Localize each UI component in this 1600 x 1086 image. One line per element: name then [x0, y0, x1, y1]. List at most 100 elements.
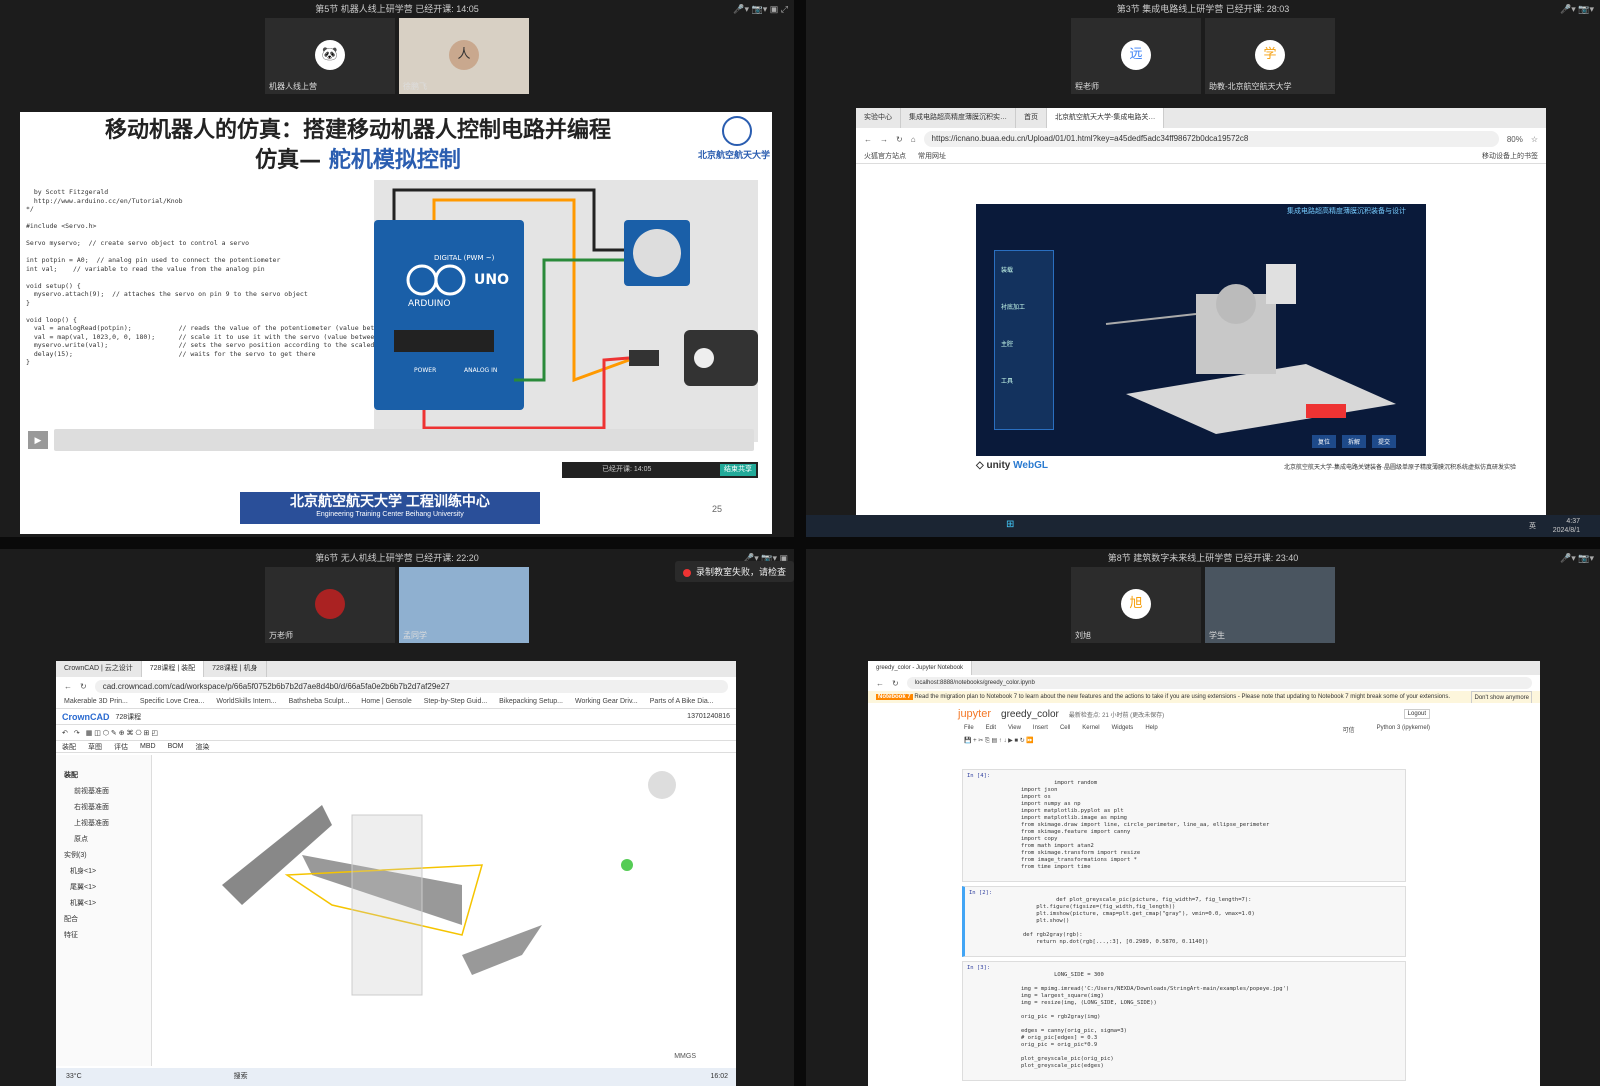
cad-viewport[interactable]: MMGS: [152, 755, 726, 1066]
participant-tile[interactable]: 旭 刘旭: [1071, 567, 1201, 643]
menu-bom[interactable]: BOM: [168, 743, 184, 750]
windows-start-icon[interactable]: ⊞: [1006, 519, 1014, 530]
tab-home[interactable]: 首页: [1016, 108, 1047, 128]
bookmark-item[interactable]: Bikepacking Setup...: [499, 695, 563, 708]
code-cell-selected[interactable]: In [2]: def plot_greyscale_pic(picture, f…: [962, 886, 1406, 957]
participant-tile[interactable]: 万老师: [265, 567, 395, 643]
avatar: 远: [1121, 40, 1151, 70]
tab-lab-center[interactable]: 实验中心: [856, 108, 901, 128]
tab-assembly[interactable]: 728课程 | 装配: [141, 661, 205, 677]
kernel-indicator[interactable]: Python 3 (ipykernel): [1377, 725, 1430, 737]
tree-item[interactable]: 前视基准面: [56, 783, 151, 799]
bookmark-item[interactable]: 常用网址: [918, 150, 946, 163]
tree-item[interactable]: 上视基准面: [56, 815, 151, 831]
home-icon[interactable]: ⌂: [911, 135, 916, 144]
window-controls[interactable]: 🎤▾ 📷▾: [1560, 0, 1594, 18]
features-header[interactable]: 特征: [56, 927, 151, 943]
reload-icon[interactable]: ↻: [892, 679, 899, 688]
zoom-level[interactable]: 80%: [1507, 135, 1523, 144]
bookmark-item[interactable]: Specific Love Crea...: [140, 695, 205, 708]
menu-evaluate[interactable]: 评估: [114, 742, 128, 752]
dismiss-notice-button[interactable]: Don't show anymore: [1471, 691, 1532, 703]
unity-webgl-canvas[interactable]: 集成电路超高精度薄膜沉积装备与设计 装载 衬底加工 主腔 工具 复位 拆解 提交: [976, 204, 1426, 456]
taskbar-search[interactable]: 搜索: [234, 1073, 248, 1080]
notebook-toolbar[interactable]: 💾 + ✂ ⎘ ▤ ↑ ↓ ▶ ■ ↻ ⏩: [868, 737, 1540, 751]
menu-insert[interactable]: Insert: [1033, 725, 1048, 737]
bookmark-item[interactable]: Bathsheba Sculpt...: [289, 695, 350, 708]
bookmark-item[interactable]: Step-by-Step Guid...: [424, 695, 487, 708]
jupyter-logo: jupyter: [958, 708, 992, 720]
tree-item[interactable]: 原点: [56, 831, 151, 847]
participant-tile[interactable]: 人 徐鹏飞: [399, 18, 529, 94]
menu-kernel[interactable]: Kernel: [1082, 725, 1099, 737]
undo-icon[interactable]: ↶: [62, 729, 68, 737]
notebook-name[interactable]: greedy_color: [1001, 709, 1059, 720]
participant-tile[interactable]: 学生: [1205, 567, 1335, 643]
tab-crowncad[interactable]: CrownCAD | 云之设计: [56, 661, 142, 677]
tab-deposition[interactable]: 集成电路超高精度薄膜沉积实…: [901, 108, 1016, 128]
back-icon[interactable]: ←: [864, 135, 872, 144]
mates-header[interactable]: 配合: [56, 911, 151, 927]
bookmark-item[interactable]: Makerable 3D Prin...: [64, 695, 128, 708]
reload-icon[interactable]: ↻: [80, 682, 87, 691]
tree-root[interactable]: 装配: [56, 767, 151, 783]
redo-icon[interactable]: ↷: [74, 729, 80, 737]
instance-item[interactable]: 机翼<1>: [56, 895, 151, 911]
user-phone[interactable]: 13701240816: [687, 713, 730, 720]
bookmark-item[interactable]: Parts of A Bike Dia...: [650, 695, 714, 708]
reset-button[interactable]: 复位: [1311, 435, 1336, 448]
forward-icon[interactable]: →: [880, 135, 888, 144]
submit-button[interactable]: 提交: [1371, 435, 1396, 448]
instance-item[interactable]: 机身<1>: [56, 863, 151, 879]
window-controls[interactable]: 🎤▾ 📷▾: [1560, 549, 1594, 567]
instances-header[interactable]: 实例(3): [56, 847, 151, 863]
menu-edit[interactable]: Edit: [986, 725, 996, 737]
window-controls[interactable]: 🎤▾ 📷▾ ▣ ⤢: [733, 0, 788, 18]
url-input[interactable]: localhost:8888/notebooks/greedy_color.ip…: [906, 677, 1532, 689]
menu-mbd[interactable]: MBD: [140, 743, 156, 750]
disassemble-button[interactable]: 拆解: [1341, 435, 1366, 448]
system-clock[interactable]: 4:37 2024/8/1: [1553, 517, 1580, 535]
menu-sketch[interactable]: 草图: [88, 742, 102, 752]
video-progress-bar[interactable]: [54, 429, 754, 451]
logout-button[interactable]: Logout: [1403, 709, 1430, 719]
menu-cell[interactable]: Cell: [1060, 725, 1070, 737]
menu-assembly[interactable]: 装配: [62, 742, 76, 752]
menu-help[interactable]: Help: [1145, 725, 1157, 737]
end-share-button[interactable]: 结束共享: [720, 464, 756, 476]
system-clock[interactable]: 16:02: [710, 1068, 728, 1086]
back-icon[interactable]: ←: [876, 679, 884, 688]
tab-fuselage[interactable]: 728课程 | 机身: [204, 661, 267, 677]
bookmark-item[interactable]: WorldSkills Intern...: [216, 695, 276, 708]
toolbar-icons[interactable]: ▦ ◫ ⬡ ✎ ⊕ ⌘ ⎔ ⊞ ◰: [86, 729, 158, 737]
menu-widgets[interactable]: Widgets: [1112, 725, 1134, 737]
menu-view[interactable]: View: [1008, 725, 1021, 737]
participant-tile[interactable]: 远 程老师: [1071, 18, 1201, 94]
play-button[interactable]: ▶: [28, 431, 48, 449]
back-icon[interactable]: ←: [64, 682, 72, 691]
code-cell[interactable]: In [4]: import random import json import …: [962, 769, 1406, 882]
participant-tile[interactable]: 🐼 机器人线上营: [265, 18, 395, 94]
url-input[interactable]: https://icnano.buaa.edu.cn/Upload/01/01.…: [923, 131, 1499, 147]
trusted-badge[interactable]: 可信: [1343, 725, 1355, 737]
menu-render[interactable]: 渲染: [196, 742, 210, 752]
code-cell[interactable]: In [3]: LONG_SIDE = 300 img = mpimg.imrea…: [962, 961, 1406, 1081]
mobile-bookmarks[interactable]: 移动设备上的书签: [1482, 150, 1538, 163]
bookmark-item[interactable]: Working Gear Driv...: [575, 695, 638, 708]
reload-icon[interactable]: ↻: [896, 135, 903, 144]
instance-item[interactable]: 尾翼<1>: [56, 879, 151, 895]
tab-jupyter[interactable]: greedy_color - Jupyter Notebook: [868, 661, 973, 675]
bookmark-item[interactable]: Home | Gensole: [361, 695, 411, 708]
bookmark-star-icon[interactable]: ☆: [1531, 135, 1538, 144]
tab-ic-sim[interactable]: 北京航空航天大学-集成电路关…: [1047, 108, 1165, 128]
tree-item[interactable]: 右视基准面: [56, 799, 151, 815]
windows-taskbar: ⊞ 英 4:37 2024/8/1: [806, 515, 1600, 537]
bookmark-item[interactable]: 火狐官方站点: [864, 150, 906, 163]
participant-tile[interactable]: 学 助教-北京航空航天大学: [1205, 18, 1335, 94]
menu-file[interactable]: File: [964, 725, 974, 737]
units-selector[interactable]: MMGS: [674, 1053, 696, 1060]
participant-tile[interactable]: 孟同学: [399, 567, 529, 643]
url-input[interactable]: cad.crowncad.com/cad/workspace/p/66a5f07…: [94, 679, 728, 693]
weather-widget[interactable]: 33°C: [66, 1073, 82, 1080]
ime-indicator[interactable]: 英: [1529, 521, 1536, 531]
